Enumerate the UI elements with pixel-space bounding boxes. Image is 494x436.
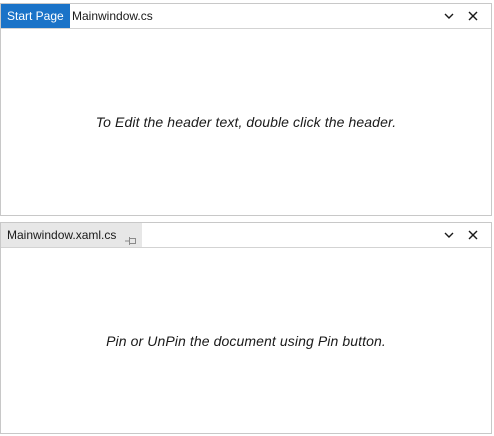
instruction-text: Pin or UnPin the document using Pin butt… — [106, 332, 386, 349]
chevron-down-icon — [444, 13, 454, 19]
document-pane-top: Start Page Mainwindow.cs To Edit the hea… — [0, 3, 492, 216]
close-document-button[interactable] — [465, 8, 481, 24]
close-icon — [468, 11, 478, 21]
tab-label: Mainwindow.xaml.cs — [7, 228, 117, 242]
tab-list-dropdown-button[interactable] — [441, 8, 457, 24]
tab-list-dropdown-button[interactable] — [441, 227, 457, 243]
tab-start-page[interactable]: Start Page — [1, 4, 70, 28]
close-icon — [468, 230, 478, 240]
tab-strip-top: Start Page Mainwindow.cs — [1, 4, 491, 29]
tab-mainwindow-cs[interactable]: Mainwindow.cs — [66, 4, 159, 28]
tab-strip-bottom: Mainwindow.xaml.cs — [1, 223, 491, 248]
tab-mainwindow-xaml-cs[interactable]: Mainwindow.xaml.cs — [1, 223, 143, 247]
chevron-down-icon — [444, 232, 454, 238]
document-pane-bottom: Mainwindow.xaml.cs Pin or UnPin the docu… — [0, 222, 492, 434]
pin-icon[interactable] — [124, 230, 138, 245]
close-document-button[interactable] — [465, 227, 481, 243]
document-content-top: To Edit the header text, double click th… — [1, 29, 491, 215]
document-content-bottom: Pin or UnPin the document using Pin butt… — [1, 248, 491, 433]
instruction-text: To Edit the header text, double click th… — [95, 114, 397, 130]
